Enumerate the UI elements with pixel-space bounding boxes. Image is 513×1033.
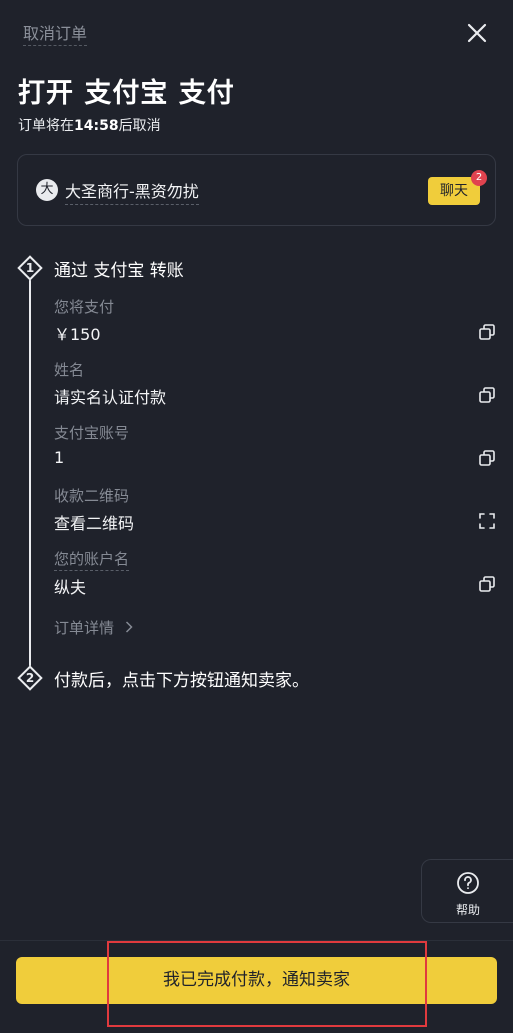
your-account-name-label[interactable]: 您的账户名 — [54, 548, 130, 571]
step-2-number: 2 — [25, 671, 35, 685]
expand-icon[interactable] — [478, 512, 496, 530]
help-label: 帮助 — [455, 903, 480, 917]
name-value: 请实名认证付款 — [54, 388, 167, 407]
step-1-marker: 1 — [17, 255, 43, 281]
cancel-order-link[interactable]: 取消订单 — [23, 20, 88, 46]
amount-value: ￥150 — [54, 325, 101, 344]
alipay-account-value: 1 — [54, 448, 65, 467]
copy-icon[interactable] — [478, 323, 496, 341]
alipay-account-label: 支付宝账号 — [54, 424, 130, 442]
qr-code-label: 收款二维码 — [54, 487, 130, 505]
copy-icon[interactable] — [478, 386, 496, 404]
order-detail-label: 订单详情 — [54, 619, 115, 637]
step-1-title: 通过 支付宝 转账 — [54, 261, 184, 281]
highlight-annotation-box — [107, 941, 427, 1027]
copy-icon[interactable] — [478, 575, 496, 593]
countdown-suffix: 后取消 — [118, 118, 161, 134]
copy-icon[interactable] — [478, 449, 496, 467]
countdown-time: 14:58 — [74, 118, 119, 134]
step-2-marker: 2 — [17, 665, 43, 691]
view-qr-code-link[interactable]: 查看二维码 — [54, 510, 134, 534]
amount-label: 您将支付 — [54, 298, 115, 316]
countdown-text: 订单将在14:58后取消 — [18, 115, 161, 135]
account-name-value: 纵夫 — [54, 578, 87, 597]
timeline-line — [29, 278, 31, 678]
chat-button-label: 聊天 — [440, 183, 468, 199]
name-label: 姓名 — [54, 361, 85, 379]
step-2-title: 付款后，点击下方按钮通知卖家。 — [54, 671, 309, 691]
close-icon[interactable] — [462, 18, 492, 48]
chevron-right-icon — [120, 619, 133, 637]
countdown-prefix: 订单将在 — [18, 118, 74, 134]
order-detail-link[interactable]: 订单详情 — [54, 617, 133, 638]
chat-button[interactable]: 聊天 2 — [428, 170, 487, 205]
chat-unread-badge: 2 — [471, 170, 487, 186]
merchant-name[interactable]: 大圣商行-黑资勿扰 — [65, 178, 199, 205]
step-1-number: 1 — [25, 261, 35, 275]
merchant-card: 大 大圣商行-黑资勿扰 聊天 2 — [17, 154, 496, 226]
payment-page: 取消订单 打开 支付宝 支付 订单将在14:58后取消 大 大圣商行-黑资勿扰 … — [0, 0, 513, 1033]
merchant-avatar: 大 — [36, 179, 58, 201]
help-button[interactable]: 帮助 — [421, 859, 513, 923]
help-circle-icon — [456, 871, 480, 895]
page-title: 打开 支付宝 支付 — [18, 78, 235, 109]
